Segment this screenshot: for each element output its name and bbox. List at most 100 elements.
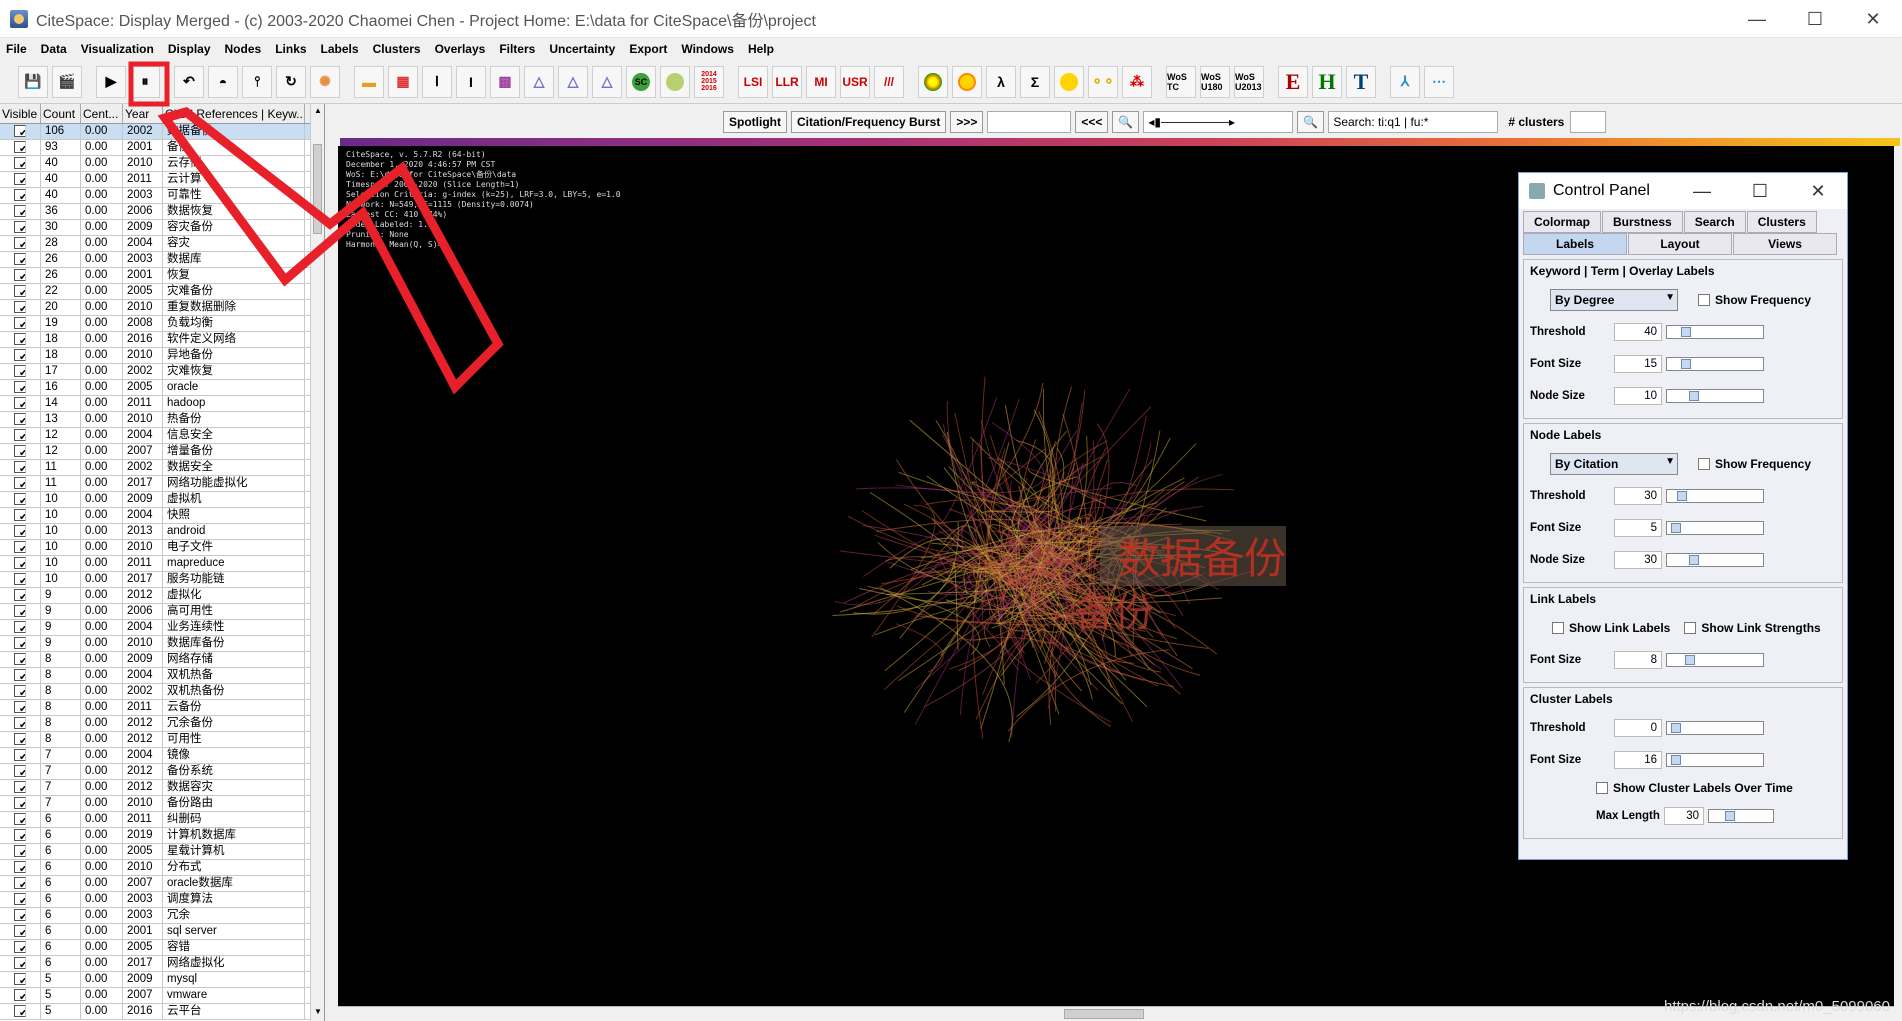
h-button[interactable]: H (1312, 65, 1342, 98)
pause-icon[interactable]: ⏸ (130, 65, 160, 98)
cluster-over-time-checkbox[interactable] (1596, 782, 1608, 794)
visible-cell[interactable]: ✔ (0, 236, 41, 251)
table-row[interactable]: ✔ 280.002004容灾 (0, 236, 324, 252)
sc-icon[interactable]: SC (626, 65, 656, 98)
visible-checkbox[interactable]: ✔ (14, 157, 26, 169)
menu-uncertainty[interactable]: Uncertainty (549, 42, 615, 56)
visible-cell[interactable]: ✔ (0, 252, 41, 267)
visible-cell[interactable]: ✔ (0, 684, 41, 699)
visible-cell[interactable]: ✔ (0, 364, 41, 379)
visible-cell[interactable]: ✔ (0, 380, 41, 395)
show-link-strengths-checkbox[interactable] (1684, 622, 1697, 634)
visible-checkbox[interactable]: ✔ (14, 669, 26, 681)
table-row[interactable]: ✔ 60.002019计算机数据库 (0, 828, 324, 844)
visible-checkbox[interactable]: ✔ (14, 509, 26, 521)
table-row[interactable]: ✔ 60.002011纠删码 (0, 812, 324, 828)
table-row[interactable]: ✔ 100.002010电子文件 (0, 540, 324, 556)
table-scrollbar[interactable]: ▲ ▼ (310, 104, 324, 1021)
visible-cell[interactable]: ✔ (0, 700, 41, 715)
canvas-hscrollbar[interactable] (338, 1006, 1894, 1021)
yellow-dot-icon[interactable] (1054, 65, 1084, 98)
visible-checkbox[interactable]: ✔ (14, 653, 26, 665)
visible-checkbox[interactable]: ✔ (14, 589, 26, 601)
table-row[interactable]: ✔ 400.002010云存储 (0, 156, 324, 172)
visible-checkbox[interactable]: ✔ (14, 445, 26, 457)
table-row[interactable]: ✔ 100.002009虚拟机 (0, 492, 324, 508)
visible-cell[interactable]: ✔ (0, 828, 41, 843)
visible-cell[interactable]: ✔ (0, 764, 41, 779)
visible-cell[interactable]: ✔ (0, 620, 41, 635)
table-row[interactable]: ✔ 130.002010热备份 (0, 412, 324, 428)
visible-cell[interactable]: ✔ (0, 316, 41, 331)
visible-checkbox[interactable]: ✔ (14, 781, 26, 793)
timeline-icon[interactable]: ⋯ (1424, 65, 1454, 98)
visible-cell[interactable]: ✔ (0, 604, 41, 619)
visible-cell[interactable]: ✔ (0, 476, 41, 491)
kw-node-field[interactable]: 10 (1614, 387, 1662, 405)
visible-checkbox[interactable]: ✔ (14, 477, 26, 489)
cluster-threshold-field[interactable]: 0 (1614, 719, 1662, 737)
table-row[interactable]: ✔ 400.002003可靠性 (0, 188, 324, 204)
table-row[interactable]: ✔ 100.002017服务功能链 (0, 572, 324, 588)
node-font-slider[interactable] (1666, 521, 1764, 535)
wos-tc-button[interactable]: WoS TC (1166, 65, 1196, 98)
rgb-dots-icon[interactable]: ⁂ (1122, 65, 1152, 98)
table-row[interactable]: ✔ 400.002011云计算 (0, 172, 324, 188)
node-font-field[interactable]: 5 (1614, 519, 1662, 537)
table-row[interactable]: ✔ 1060.002002数据备份 (0, 124, 324, 140)
table-row[interactable]: ✔ 50.002007vmware (0, 988, 324, 1004)
visible-cell[interactable]: ✔ (0, 428, 41, 443)
table-row[interactable]: ✔ 60.002005星载计算机 (0, 844, 324, 860)
menu-overlays[interactable]: Overlays (435, 42, 486, 56)
visible-checkbox[interactable]: ✔ (14, 973, 26, 985)
visible-cell[interactable]: ✔ (0, 412, 41, 427)
visible-cell[interactable]: ✔ (0, 940, 41, 955)
visible-cell[interactable]: ✔ (0, 556, 41, 571)
spotlight-button[interactable]: Spotlight (723, 111, 787, 133)
show-link-labels-checkbox[interactable] (1552, 622, 1564, 634)
visible-cell[interactable]: ✔ (0, 172, 41, 187)
kw-node-slider[interactable] (1666, 389, 1764, 403)
menu-links[interactable]: Links (275, 42, 306, 56)
play-icon[interactable]: ▶ (96, 65, 126, 98)
visible-cell[interactable]: ✔ (0, 844, 41, 859)
kw-threshold-slider[interactable] (1666, 325, 1764, 339)
cluster-font-slider[interactable] (1666, 753, 1764, 767)
menu-filters[interactable]: Filters (499, 42, 535, 56)
visible-cell[interactable]: ✔ (0, 956, 41, 971)
time-slider[interactable]: ◂▮────────▸ (1143, 111, 1294, 133)
visible-checkbox[interactable]: ✔ (14, 285, 26, 297)
header-count[interactable]: Count (41, 104, 81, 123)
kw-font-slider[interactable] (1666, 357, 1764, 371)
table-row[interactable]: ✔ 60.002017网络虚拟化 (0, 956, 324, 972)
visible-checkbox[interactable]: ✔ (14, 877, 26, 889)
matrix-icon[interactable]: ▩ (490, 65, 520, 98)
slice-field[interactable] (987, 111, 1072, 133)
scroll-down-icon[interactable]: ▼ (312, 1007, 324, 1019)
table-row[interactable]: ✔ 70.002004镜像 (0, 748, 324, 764)
cluster-font-field[interactable]: 16 (1614, 751, 1662, 769)
visible-cell[interactable]: ✔ (0, 508, 41, 523)
keyword-show-frequency-checkbox[interactable] (1698, 294, 1710, 306)
visible-cell[interactable]: ✔ (0, 348, 41, 363)
menu-display[interactable]: Display (168, 42, 211, 56)
years-badge-icon[interactable]: 2014 2015 2016 (694, 65, 724, 98)
llr-button[interactable]: LLR (772, 65, 802, 98)
table-row[interactable]: ✔ 300.002009容灾备份 (0, 220, 324, 236)
visible-cell[interactable]: ✔ (0, 908, 41, 923)
visible-cell[interactable]: ✔ (0, 460, 41, 475)
maximize-button[interactable]: ☐ (1786, 0, 1844, 38)
table-row[interactable]: ✔ 180.002016软件定义网络 (0, 332, 324, 348)
movie-icon[interactable]: 🎬 (52, 65, 82, 98)
visible-cell[interactable]: ✔ (0, 988, 41, 1003)
visible-checkbox[interactable]: ✔ (14, 173, 26, 185)
header-year[interactable]: Year (123, 104, 163, 123)
table-row[interactable]: ✔ 140.002011hadoop (0, 396, 324, 412)
visible-cell[interactable]: ✔ (0, 652, 41, 667)
table-row[interactable]: ✔ 260.002001恢复 (0, 268, 324, 284)
table-row[interactable]: ✔ 60.002005容错 (0, 940, 324, 956)
menu-export[interactable]: Export (629, 42, 667, 56)
menu-labels[interactable]: Labels (321, 42, 359, 56)
visible-checkbox[interactable]: ✔ (14, 189, 26, 201)
table-row[interactable]: ✔ 110.002002数据安全 (0, 460, 324, 476)
